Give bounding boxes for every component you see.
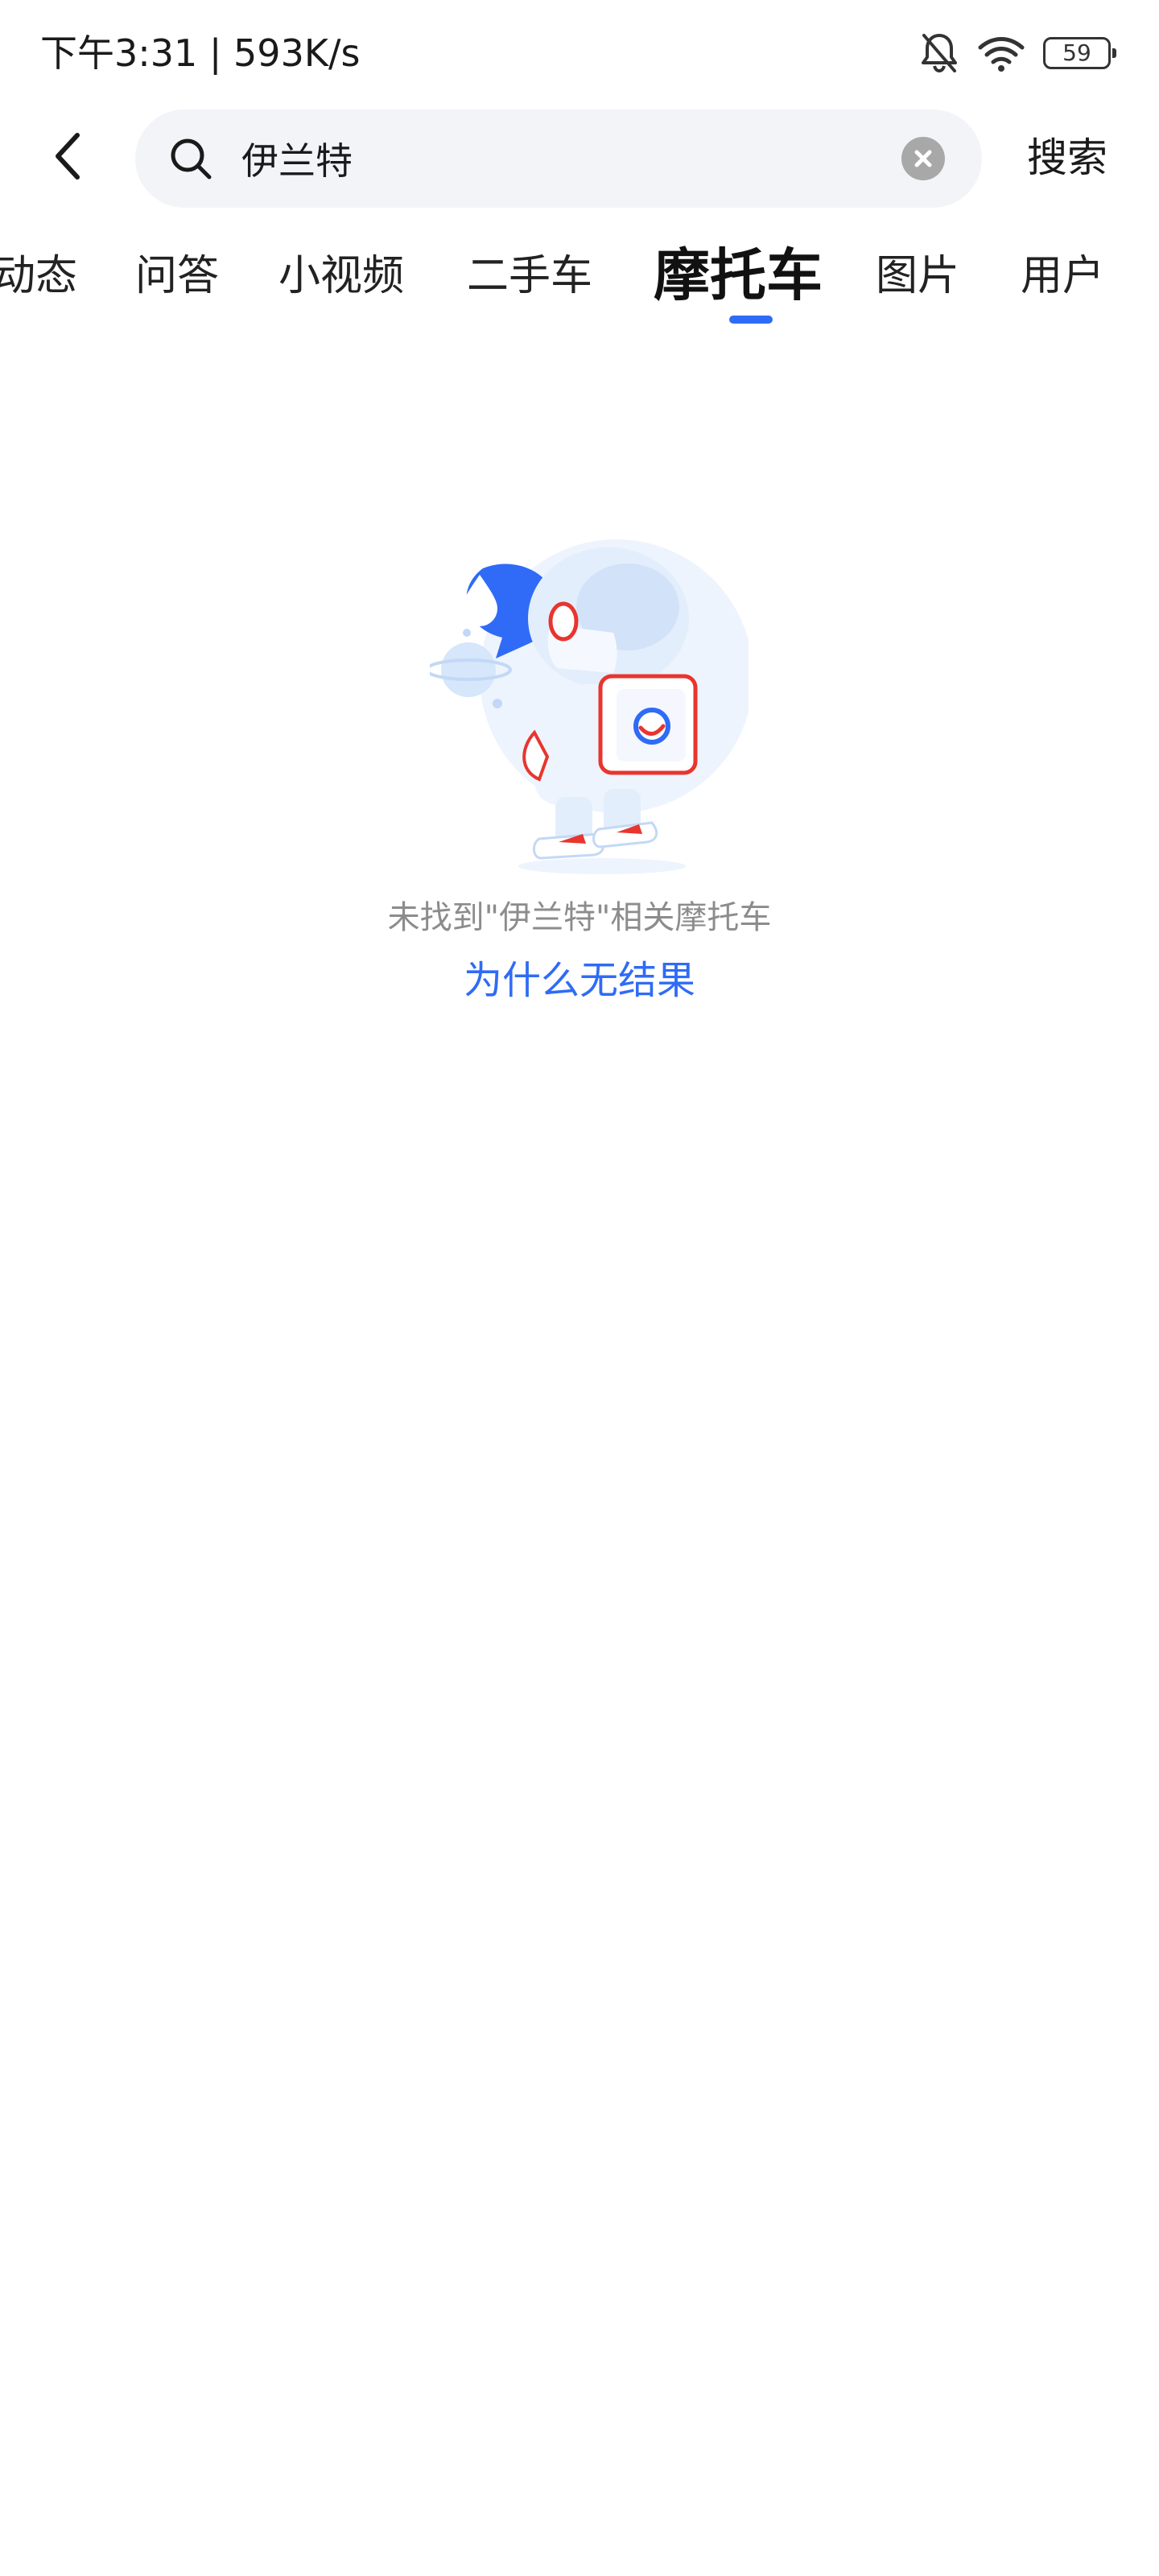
status-bar: 下午3:31 | 593K/s 59 — [0, 0, 1159, 105]
clear-search-button[interactable] — [901, 137, 945, 180]
why-no-results-link[interactable]: 为什么无结果 — [0, 955, 1159, 1006]
close-icon — [914, 150, 932, 167]
empty-state-message: 未找到"伊兰特"相关摩托车 — [387, 899, 772, 936]
search-icon — [171, 138, 212, 180]
search-box[interactable] — [135, 109, 982, 208]
tab-qa[interactable]: 问答 — [135, 248, 219, 304]
tab-images[interactable]: 图片 — [876, 248, 959, 304]
wifi-icon — [978, 37, 1025, 72]
bell-muted-icon — [922, 34, 957, 73]
tab-motorcycle[interactable]: 摩托车 — [654, 238, 823, 312]
active-tab-indicator — [729, 316, 773, 324]
status-time-speed: 下午3:31 | 593K/s — [40, 31, 361, 75]
search-results-screen: 下午3:31 | 593K/s 59 伊兰特 搜索 动态 问答 小视频 二手车 … — [0, 0, 1159, 2576]
chevron-left-icon — [56, 133, 80, 180]
search-input[interactable] — [241, 134, 901, 184]
tab-used-car[interactable]: 二手车 — [467, 248, 592, 304]
battery-icon: 59 — [1043, 37, 1116, 69]
empty-state-astronaut-illustration — [430, 539, 749, 874]
tab-short-video[interactable]: 小视频 — [278, 248, 404, 304]
status-icons: 59 — [919, 31, 1116, 76]
tab-dynamics[interactable]: 动态 — [0, 248, 77, 304]
battery-level: 59 — [1062, 39, 1091, 66]
tab-users[interactable]: 用户 — [1021, 248, 1104, 304]
search-submit-button[interactable]: 搜索 — [1027, 129, 1107, 187]
category-tabs: 动态 问答 小视频 二手车 摩托车 图片 用户 — [0, 238, 1159, 335]
back-button[interactable] — [42, 127, 93, 185]
